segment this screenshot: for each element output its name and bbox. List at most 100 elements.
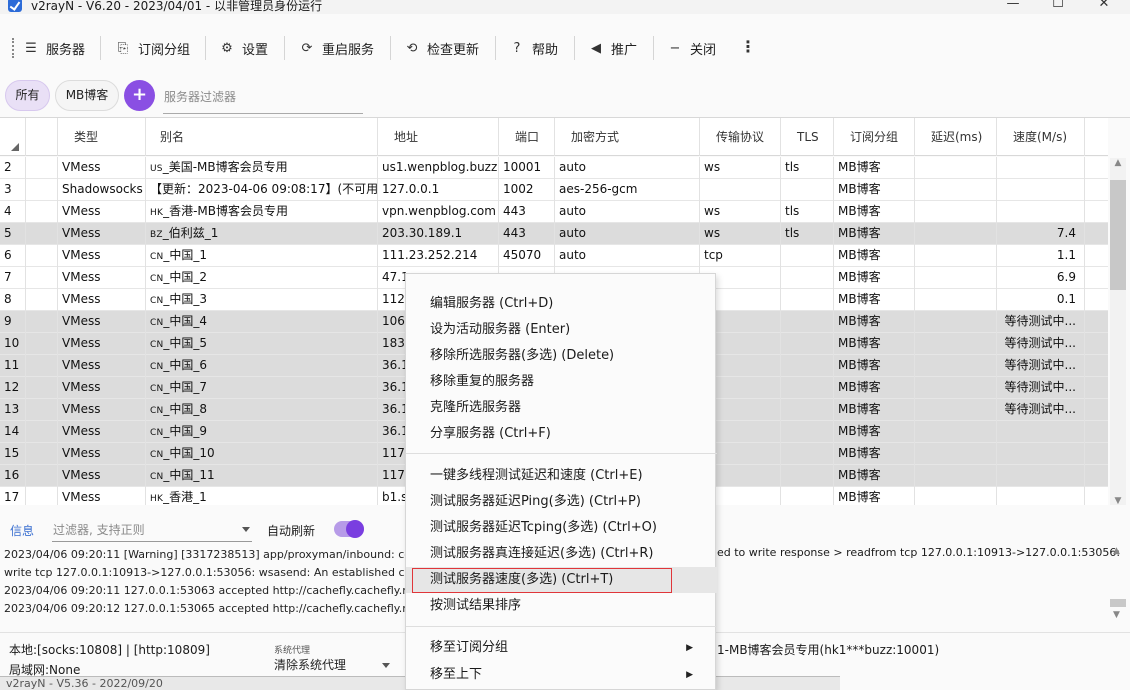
menu-test-tcping[interactable]: 测试服务器延迟Tcping(多选) (Ctrl+O) xyxy=(406,515,717,541)
header-alias[interactable]: 别名 xyxy=(146,118,378,156)
server-filter-input[interactable] xyxy=(163,80,363,114)
header-blank[interactable] xyxy=(26,118,58,156)
table-row[interactable]: 2 VMess US_美国-MB博客会员专用 us1.wenpblog.buzz 100… xyxy=(0,157,1108,179)
subscription-cell: MB博客 xyxy=(834,289,915,311)
menu-set-active-server[interactable]: 设为活动服务器 (Enter) xyxy=(406,317,717,343)
header-tls[interactable]: TLS xyxy=(781,118,834,156)
menu-move-to-group[interactable]: 移至订阅分组 ▶ xyxy=(406,635,717,661)
menu-share-server[interactable]: 分享服务器 (Ctrl+F) xyxy=(406,421,717,447)
header-transport[interactable]: 传输协议 xyxy=(700,118,781,156)
row-number-cell: 7 xyxy=(0,267,26,289)
header-type[interactable]: 类型 xyxy=(58,118,146,156)
menu-edit-server[interactable]: 编辑服务器 (Ctrl+D) xyxy=(406,291,717,317)
menu-test-speed-label: 测试服务器速度(多选) (Ctrl+T) xyxy=(430,572,614,587)
auto-refresh-toggle[interactable] xyxy=(334,520,364,538)
minimize-button[interactable]: — xyxy=(1003,0,1023,12)
alias-cell: CN_中国_6 xyxy=(146,355,378,377)
scroll-down-icon[interactable]: ▼ xyxy=(1113,496,1123,505)
scrollbar-thumb[interactable] xyxy=(1110,180,1126,290)
alias-cell: CN_中国_8 xyxy=(146,399,378,421)
menu-remove-servers[interactable]: 移除所选服务器(多选) (Delete) xyxy=(406,343,717,369)
menu-test-real-delay[interactable]: 测试服务器真连接延迟(多选) (Ctrl+R) xyxy=(406,541,717,567)
tls-cell xyxy=(781,245,834,267)
alias-text: 【更新：2023-04-06 09:08:17】(不可用) xyxy=(150,182,378,196)
speed-cell xyxy=(997,487,1085,505)
toolbar-grip[interactable] xyxy=(12,38,14,58)
menu-sort-by-result[interactable]: 按测试结果排序 xyxy=(406,593,717,619)
transport-cell: ws xyxy=(700,157,781,179)
speed-cell xyxy=(997,179,1085,201)
close-app-button[interactable]: − 关闭 xyxy=(668,37,716,59)
tls-cell xyxy=(781,465,834,487)
country-code: US xyxy=(150,164,163,174)
scroll-down-icon[interactable]: ▼ xyxy=(1113,610,1120,620)
menu-clone-servers[interactable]: 克隆所选服务器 xyxy=(406,395,717,421)
header-address[interactable]: 地址 xyxy=(378,118,499,156)
header-encryption[interactable]: 加密方式 xyxy=(555,118,700,156)
restart-service-button[interactable]: ⟳ 重启服务 xyxy=(300,37,374,59)
scroll-up-icon[interactable]: ▲ xyxy=(1113,158,1123,168)
table-row[interactable]: 5 VMess BZ_伯利兹_1 203.30.189.1 443 auto ws tls MB… xyxy=(0,223,1108,245)
check-update-button[interactable]: ⟲ 检查更新 xyxy=(405,37,479,59)
address-cell: vpn.wenpblog.com xyxy=(378,201,499,223)
subscription-cell: MB博客 xyxy=(834,245,915,267)
settings-button[interactable]: ⚙ 设置 xyxy=(220,37,268,59)
delay-cell xyxy=(915,377,997,399)
subscription-cell: MB博客 xyxy=(834,399,915,421)
add-subscription-button[interactable]: + xyxy=(124,80,155,111)
system-proxy-select[interactable]: 清除系统代理 xyxy=(274,655,394,677)
close-window-button[interactable]: ✕ xyxy=(1094,0,1114,12)
header-delay[interactable]: 延迟(ms) xyxy=(915,118,997,156)
scrollbar-thumb[interactable] xyxy=(1110,599,1126,607)
delay-cell xyxy=(915,179,997,201)
tls-cell xyxy=(781,289,834,311)
speed-cell: 等待测试中... xyxy=(997,355,1085,377)
grid-vertical-scrollbar[interactable]: ▲ ▼ xyxy=(1110,158,1126,505)
row-number-cell: 9 xyxy=(0,311,26,333)
table-row[interactable]: 3 Shadowsocks 【更新：2023-04-06 09:08:17】(不可用… xyxy=(0,179,1108,201)
toolbar-divider xyxy=(390,36,391,60)
row-filler-cell xyxy=(1085,399,1108,421)
table-row[interactable]: 6 VMess CN_中国_1 111.23.252.214 45070 auto tcp M… xyxy=(0,245,1108,267)
tls-cell xyxy=(781,333,834,355)
filter-chip-all[interactable]: 所有 xyxy=(5,80,50,111)
app-logo-icon xyxy=(8,0,22,12)
row-blank-cell xyxy=(26,333,58,355)
subscription-cell: MB博客 xyxy=(834,487,915,505)
tls-cell xyxy=(781,267,834,289)
subscriptions-button[interactable]: ⎘ 订阅分组 xyxy=(116,37,190,59)
header-subscription[interactable]: 订阅分组 xyxy=(834,118,915,156)
menu-test-ping[interactable]: 测试服务器延迟Ping(多选) (Ctrl+P) xyxy=(406,489,717,515)
type-cell: VMess xyxy=(58,157,146,179)
address-cell: 111.23.252.214 xyxy=(378,245,499,267)
menu-move-up-down[interactable]: 移至上下 ▶ xyxy=(406,662,717,688)
promotion-button[interactable]: ◀ 推广 xyxy=(589,37,637,59)
port-cell: 1002 xyxy=(499,179,555,201)
scroll-up-icon[interactable]: ▲ xyxy=(1113,546,1120,556)
row-filler-cell xyxy=(1085,267,1108,289)
grid-header: 类型 别名 地址 端口 加密方式 传输协议 TLS 订阅分组 延迟(ms) 速度… xyxy=(0,118,1108,156)
servers-button[interactable]: ☰ 服务器 xyxy=(24,37,85,59)
menu-multithread-test[interactable]: 一键多线程测试延迟和速度 (Ctrl+E) xyxy=(406,463,717,489)
row-indicator-header[interactable] xyxy=(0,118,26,156)
chevron-down-icon[interactable] xyxy=(242,527,250,532)
alias-cell: CN_中国_2 xyxy=(146,267,378,289)
more-options-icon[interactable]: ⋮ xyxy=(740,37,756,56)
delay-cell xyxy=(915,245,997,267)
menu-remove-duplicates[interactable]: 移除重复的服务器 xyxy=(406,369,717,395)
log-filter-input[interactable] xyxy=(52,518,252,542)
help-label: 帮助 xyxy=(532,42,559,58)
subscription-cell: MB博客 xyxy=(834,465,915,487)
table-row[interactable]: 4 VMess HK_香港-MB博客会员专用 vpn.wenpblog.com 443 a… xyxy=(0,201,1108,223)
header-speed[interactable]: 速度(M/s) xyxy=(997,118,1085,156)
type-cell: VMess xyxy=(58,311,146,333)
filter-chip-mb[interactable]: MB博客 xyxy=(55,80,119,111)
header-port[interactable]: 端口 xyxy=(499,118,555,156)
local-port-status: 本地:[socks:10808] | [http:10809] xyxy=(9,643,210,657)
help-button[interactable]: ? 帮助 xyxy=(510,37,558,59)
speaker-icon: ◀ xyxy=(591,40,601,56)
maximize-button[interactable]: ☐ xyxy=(1048,0,1068,12)
menu-test-speed[interactable]: 测试服务器速度(多选) (Ctrl+T) xyxy=(406,567,717,593)
alias-text: _香港-MB博客会员专用 xyxy=(163,204,288,218)
log-scrollbar[interactable]: ▲ ▼ xyxy=(1110,546,1126,626)
